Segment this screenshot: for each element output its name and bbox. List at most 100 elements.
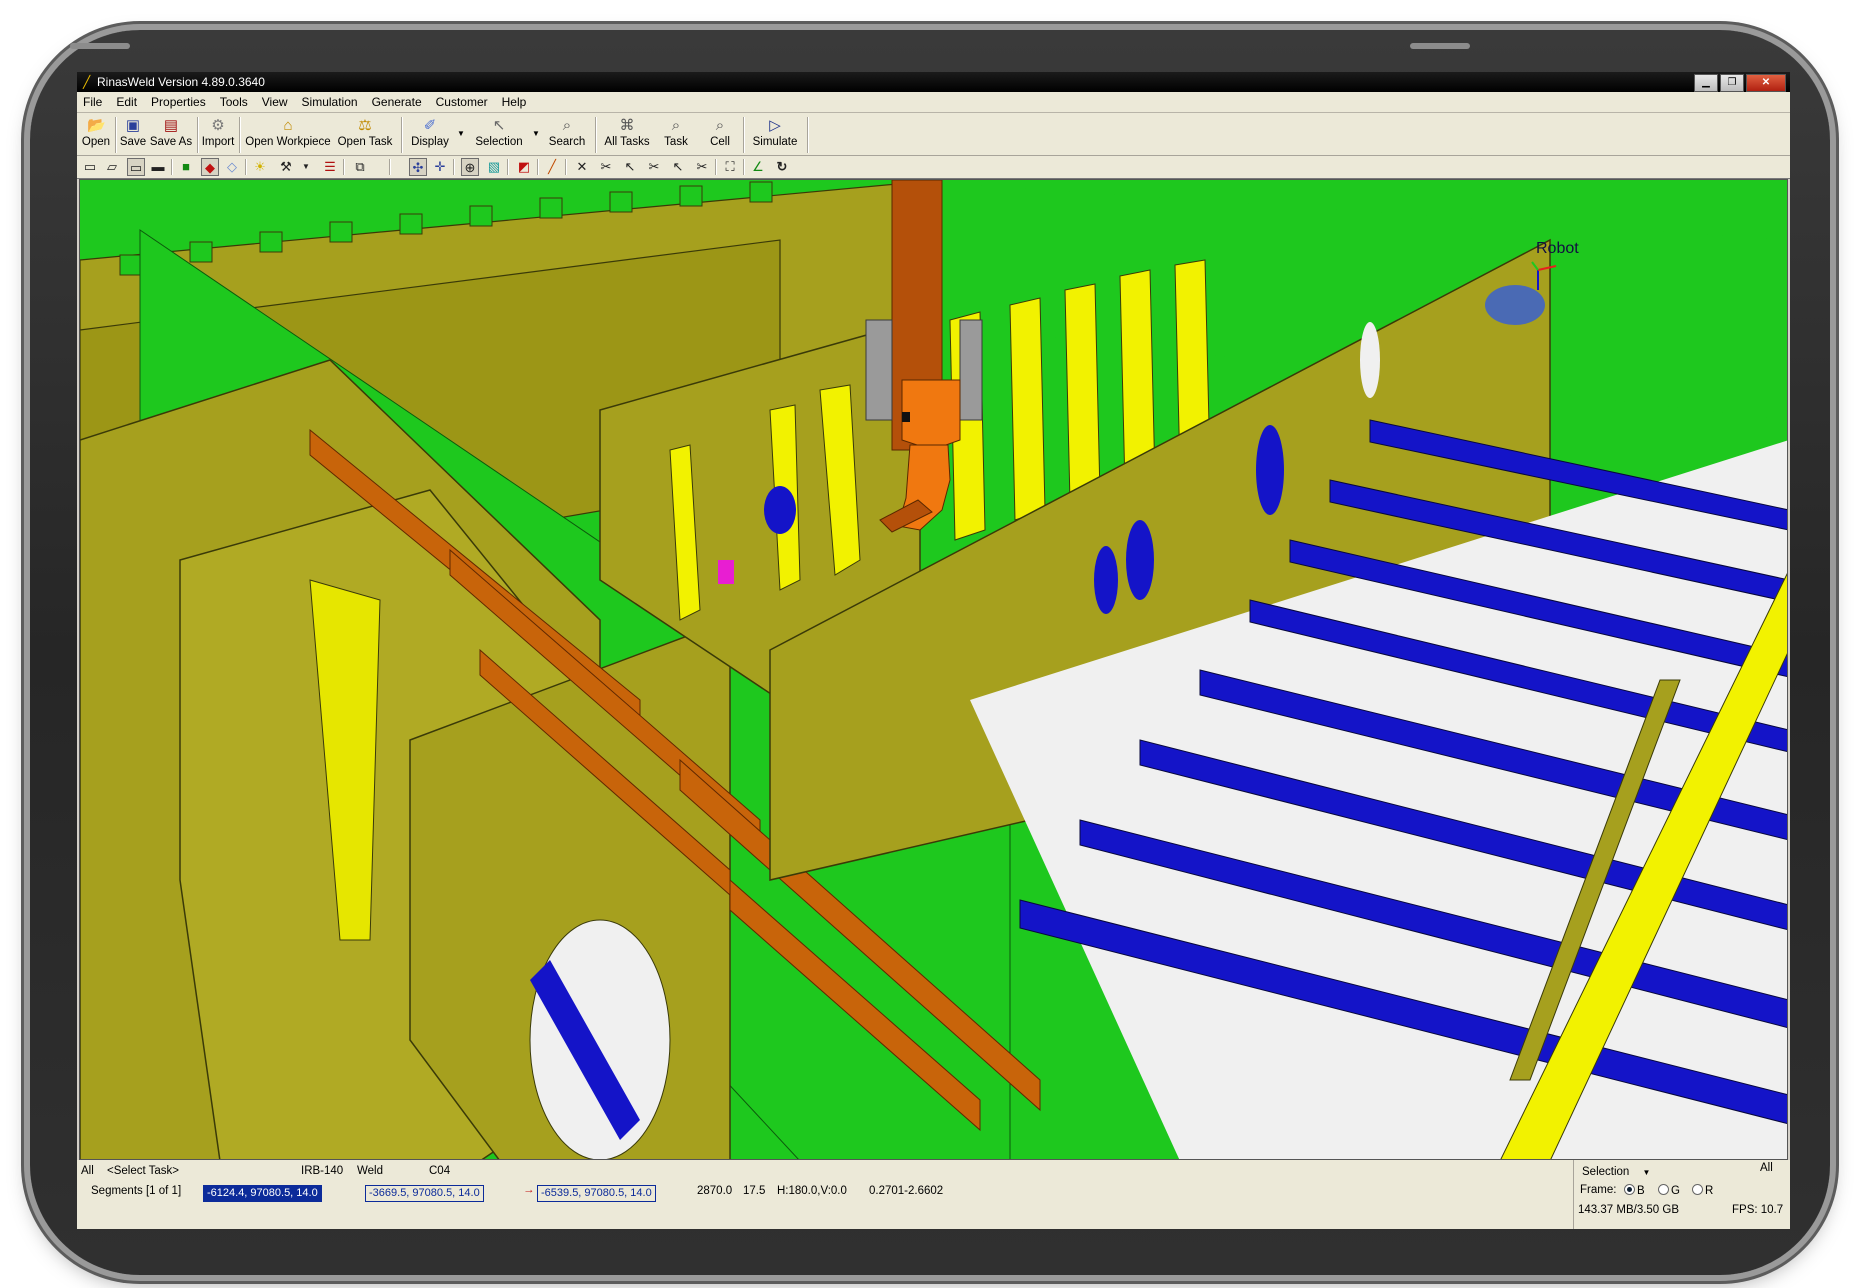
menu-generate[interactable]: Generate bbox=[365, 92, 429, 112]
task-file-icon: ⚖ bbox=[358, 117, 372, 134]
girder-hole-white bbox=[1360, 322, 1380, 398]
workpiece-icon: ⌂ bbox=[283, 117, 293, 134]
weld-seam-icon[interactable]: ◩ bbox=[515, 158, 533, 176]
display-dropdown-icon[interactable]: ▼ bbox=[457, 129, 465, 138]
stack-icon[interactable]: ☰ bbox=[321, 158, 339, 176]
open-button[interactable]: 📂 Open bbox=[81, 115, 111, 153]
toolbar-separator bbox=[743, 159, 745, 175]
toolbar-separator bbox=[389, 159, 391, 175]
wireframe-icon[interactable]: ▭ bbox=[81, 158, 99, 176]
frame-option-g[interactable]: G bbox=[1658, 1184, 1680, 1197]
line-tool-icon[interactable]: ╱ bbox=[543, 158, 561, 176]
toolbar-separator bbox=[197, 117, 199, 153]
main-toolbar: 📂 Open ▣ Save ▤ Save As ⚙ Import ⌂ Open … bbox=[77, 113, 1790, 156]
robot-gripper-left bbox=[865, 319, 893, 421]
display-icon: ✐ bbox=[423, 117, 437, 134]
menu-view[interactable]: View bbox=[255, 92, 295, 112]
robot-gripper-right bbox=[959, 319, 983, 421]
search-button[interactable]: ⌕ Search bbox=[545, 115, 589, 153]
menu-file[interactable]: File bbox=[77, 92, 109, 112]
mode-label: Weld bbox=[357, 1165, 383, 1177]
robot-model: IRB-140 bbox=[301, 1165, 344, 1177]
view-cube-icon[interactable]: ▧ bbox=[485, 158, 503, 176]
app-logo-icon: ╱ bbox=[83, 75, 91, 89]
menu-customer[interactable]: Customer bbox=[429, 92, 495, 112]
import-icon: ⚙ bbox=[211, 117, 225, 134]
plane-icon[interactable]: ◇ bbox=[223, 158, 241, 176]
layers-icon[interactable]: ⧉ bbox=[351, 158, 369, 176]
cell-button[interactable]: ⌕ Cell bbox=[705, 115, 735, 153]
rotate-icon[interactable]: ✣ bbox=[409, 158, 427, 176]
play-icon: ▷ bbox=[769, 117, 781, 134]
open-task-button[interactable]: ⚖ Open Task bbox=[335, 115, 395, 153]
radio-icon bbox=[1692, 1184, 1703, 1195]
toolbar-separator bbox=[245, 159, 247, 175]
toolbar-separator bbox=[453, 159, 455, 175]
selection-mode-dropdown[interactable]: Selection ▼ bbox=[1582, 1166, 1650, 1178]
display-button[interactable]: ✐ Display bbox=[407, 115, 453, 153]
selection-button[interactable]: ↖ Selection bbox=[469, 115, 529, 153]
trim-icon[interactable]: ✂ bbox=[693, 158, 711, 176]
import-button[interactable]: ⚙ Import bbox=[201, 115, 235, 153]
menu-simulation[interactable]: Simulation bbox=[295, 92, 365, 112]
green-material-icon[interactable]: ■ bbox=[177, 158, 195, 176]
minimize-button[interactable]: ▁ bbox=[1694, 74, 1718, 92]
coord-field-2[interactable]: -3669.5, 97080.5, 14.0 bbox=[365, 1185, 484, 1202]
app-window: ╱ RinasWeld Version 4.89.0.3640 ▁ ❐ ✕ Fi… bbox=[77, 72, 1790, 1229]
window-title: RinasWeld Version 4.89.0.3640 bbox=[97, 75, 265, 89]
toolbar-separator bbox=[595, 117, 597, 153]
all-tasks-icon: ⌘ bbox=[619, 117, 635, 134]
frame-option-b[interactable]: B bbox=[1624, 1184, 1645, 1197]
robot-label: Robot bbox=[1536, 240, 1579, 257]
task-button[interactable]: ⌕ Task bbox=[659, 115, 693, 153]
selection-dropdown-icon[interactable]: ▼ bbox=[532, 129, 540, 138]
toolbar-separator bbox=[565, 159, 567, 175]
coord-field-1[interactable]: -6124.4, 97080.5, 14.0 bbox=[203, 1185, 322, 1202]
frame-option-r[interactable]: R bbox=[1692, 1184, 1713, 1197]
outline-icon[interactable]: ▱ bbox=[103, 158, 121, 176]
torch-icon[interactable]: ⚒ bbox=[277, 158, 295, 176]
robot-sensor bbox=[902, 412, 910, 422]
3d-viewport[interactable]: Robot bbox=[79, 179, 1788, 1160]
simulate-button[interactable]: ▷ Simulate bbox=[749, 115, 801, 153]
multi-pick-icon[interactable]: ✂ bbox=[645, 158, 663, 176]
refresh-icon[interactable]: ↻ bbox=[773, 158, 791, 176]
all-tasks-button[interactable]: ⌘ All Tasks bbox=[601, 115, 653, 153]
torch-dropdown-icon[interactable]: ▼ bbox=[297, 158, 315, 176]
pan-icon[interactable]: ✛ bbox=[431, 158, 449, 176]
pointer-icon[interactable]: ↖ bbox=[669, 158, 687, 176]
delete-icon[interactable]: ✕ bbox=[573, 158, 591, 176]
power-button bbox=[1410, 43, 1470, 49]
red-material-icon[interactable]: ◆ bbox=[201, 158, 219, 176]
toolbar-separator bbox=[171, 159, 173, 175]
shaded-icon[interactable]: ▬ bbox=[149, 158, 167, 176]
menu-bar: File Edit Properties Tools View Simulati… bbox=[77, 92, 1790, 113]
radio-icon bbox=[1624, 1184, 1635, 1195]
lightening-hole bbox=[529, 919, 671, 1159]
cut-icon[interactable]: ✂ bbox=[597, 158, 615, 176]
cell-search-icon: ⌕ bbox=[715, 117, 725, 134]
save-button[interactable]: ▣ Save bbox=[119, 115, 147, 153]
robot-wrist bbox=[901, 379, 961, 451]
restore-button[interactable]: ❐ bbox=[1720, 74, 1744, 92]
toolbar-separator bbox=[743, 117, 745, 153]
save-as-button[interactable]: ▤ Save As bbox=[149, 115, 193, 153]
pick-icon[interactable]: ↖ bbox=[621, 158, 639, 176]
axis-icon[interactable]: ∠ bbox=[749, 158, 767, 176]
target-icon[interactable]: ⊕ bbox=[461, 158, 479, 176]
selection-cursor-icon: ↖ bbox=[492, 117, 506, 134]
coord-field-3[interactable]: -6539.5, 97080.5, 14.0 bbox=[537, 1185, 656, 1202]
fit-view-icon[interactable]: ⛶ bbox=[721, 158, 739, 176]
hidden-line-icon[interactable]: ▭ bbox=[127, 158, 145, 176]
menu-tools[interactable]: Tools bbox=[213, 92, 255, 112]
menu-edit[interactable]: Edit bbox=[109, 92, 144, 112]
open-workpiece-button[interactable]: ⌂ Open Workpiece bbox=[245, 115, 331, 153]
range-value: 0.2701-2.6602 bbox=[869, 1185, 944, 1197]
menu-help[interactable]: Help bbox=[495, 92, 534, 112]
robot-base bbox=[1485, 285, 1545, 325]
search-icon: ⌕ bbox=[562, 117, 572, 134]
close-button[interactable]: ✕ bbox=[1746, 74, 1786, 92]
light-bulb-icon[interactable]: ☀ bbox=[251, 158, 269, 176]
task-selector[interactable]: <Select Task> bbox=[107, 1165, 179, 1177]
menu-properties[interactable]: Properties bbox=[144, 92, 213, 112]
